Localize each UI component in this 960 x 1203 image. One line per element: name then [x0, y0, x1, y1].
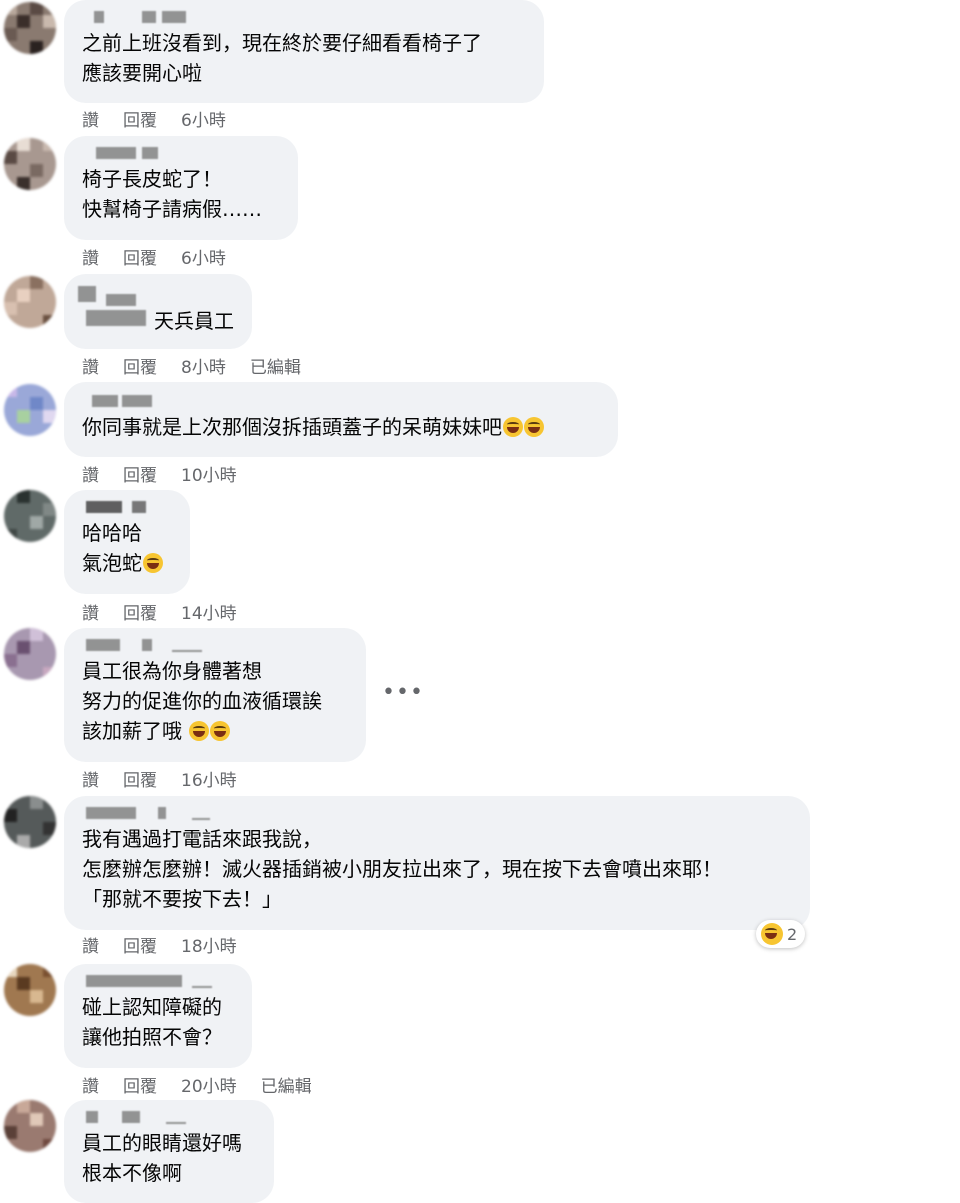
comment-bubble: 我有遇過打電話來跟我說， 怎麼辦怎麼辦！滅火器插銷被小朋友拉出來了，現在按下去會… — [64, 796, 810, 930]
avatar[interactable] — [4, 1100, 56, 1152]
comment-bubble: 員工很為你身體著想 努力的促進你的血液循環誒 該加薪了哦 — [64, 628, 366, 762]
tears-of-joy-emoji-icon — [210, 721, 231, 741]
tears-of-joy-emoji-icon — [189, 721, 210, 741]
edited-label: 已編輯 — [260, 1077, 312, 1097]
reply-button[interactable]: 回覆 — [123, 932, 157, 957]
rolling-laughing-emoji-icon — [524, 417, 544, 437]
comment-bubble: 天兵員工 — [64, 274, 252, 349]
like-button[interactable]: 讚 — [82, 1072, 99, 1097]
tears-of-joy-emoji-icon — [761, 923, 783, 945]
author-name-redacted[interactable] — [82, 636, 348, 654]
avatar[interactable] — [4, 490, 56, 542]
comment-actions: 讚 回覆 20小時 已編輯 — [82, 1072, 312, 1097]
comment-text: 椅子長皮蛇了！ — [82, 167, 222, 191]
comment-bubble: 哈哈哈 氣泡蛇 — [64, 490, 190, 594]
comment-text: 員工很為你身體著想 — [82, 659, 262, 683]
reply-button[interactable]: 回覆 — [123, 353, 157, 378]
rolling-laughing-emoji-icon — [503, 417, 523, 437]
comment-actions: 讚 回覆 6小時 — [82, 106, 226, 131]
timestamp[interactable]: 6小時 — [181, 106, 226, 131]
like-button[interactable]: 讚 — [82, 353, 99, 378]
reply-button[interactable]: 回覆 — [123, 106, 157, 131]
comment-text: 你同事就是上次那個沒拆插頭蓋子的呆萌妹妹吧 — [82, 412, 600, 442]
timestamp[interactable]: 20小時 — [181, 1072, 237, 1097]
reply-button[interactable]: 回覆 — [123, 244, 157, 269]
comment-actions: 讚 回覆 18小時 — [82, 932, 237, 957]
comment-actions: 讚 回覆 6小時 — [82, 244, 226, 269]
author-name-redacted[interactable] — [82, 392, 600, 410]
timestamp[interactable]: 10小時 — [181, 461, 237, 486]
comment-text: 碰上認知障礙的 — [82, 995, 222, 1019]
comment-text: 根本不像啊 — [82, 1161, 182, 1185]
avatar[interactable] — [4, 964, 56, 1016]
reply-button[interactable]: 回覆 — [123, 599, 157, 624]
comment-bubble: 你同事就是上次那個沒拆插頭蓋子的呆萌妹妹吧 — [64, 382, 618, 457]
author-name-redacted[interactable] — [76, 286, 196, 326]
comment-actions: 讚 回覆 8小時 已編輯 — [82, 353, 301, 378]
like-button[interactable]: 讚 — [82, 932, 99, 957]
comment-bubble: 之前上班沒看到，現在終於要仔細看看椅子了 應該要開心啦 — [64, 0, 544, 103]
comment-text: 之前上班沒看到，現在終於要仔細看看椅子了 — [82, 31, 482, 55]
author-name-redacted[interactable] — [82, 972, 234, 990]
author-name-redacted[interactable] — [82, 144, 280, 162]
comment-bubble: 椅子長皮蛇了！ 快幫椅子請病假…… — [64, 136, 298, 240]
like-button[interactable]: 讚 — [82, 461, 99, 486]
comment-text: 員工的眼睛還好嗎 — [82, 1131, 242, 1155]
avatar[interactable] — [4, 384, 56, 436]
avatar[interactable] — [4, 276, 56, 328]
author-name-redacted[interactable] — [82, 1108, 256, 1126]
timestamp[interactable]: 14小時 — [181, 599, 237, 624]
reply-button[interactable]: 回覆 — [123, 766, 157, 791]
timestamp[interactable]: 16小時 — [181, 766, 237, 791]
avatar[interactable] — [4, 796, 56, 848]
edited-label: 已編輯 — [249, 358, 301, 378]
comment-text: 應該要開心啦 — [82, 61, 202, 85]
comment-text: 該加薪了哦 — [82, 716, 348, 746]
comment-actions: 讚 回覆 16小時 — [82, 766, 237, 791]
comment-actions: 讚 回覆 10小時 — [82, 461, 237, 486]
comment-text: 怎麼辦怎麼辦！滅火器插銷被小朋友拉出來了，現在按下去會噴出來耶！ — [82, 857, 722, 881]
comment-text: 我有遇過打電話來跟我說， — [82, 827, 322, 851]
timestamp[interactable]: 6小時 — [181, 244, 226, 269]
timestamp[interactable]: 18小時 — [181, 932, 237, 957]
comment-text: 氣泡蛇 — [82, 548, 172, 578]
author-name-redacted[interactable] — [82, 804, 792, 822]
timestamp[interactable]: 8小時 — [181, 353, 226, 378]
more-options-icon[interactable]: ••• — [382, 680, 424, 705]
reply-button[interactable]: 回覆 — [123, 1072, 157, 1097]
comment-actions: 讚 回覆 14小時 — [82, 599, 237, 624]
like-button[interactable]: 讚 — [82, 766, 99, 791]
reply-button[interactable]: 回覆 — [123, 461, 157, 486]
comment-text: 讓他拍照不會？ — [82, 1025, 222, 1049]
comment-text: 哈哈哈 — [82, 521, 142, 545]
comment-text: 努力的促進你的血液循環誒 — [82, 689, 322, 713]
comment-bubble: 碰上認知障礙的 讓他拍照不會？ — [64, 964, 252, 1068]
like-button[interactable]: 讚 — [82, 244, 99, 269]
rolling-laughing-emoji-icon — [143, 553, 163, 573]
avatar[interactable] — [4, 138, 56, 190]
avatar[interactable] — [4, 628, 56, 680]
comment-bubble: 員工的眼睛還好嗎 根本不像啊 — [64, 1100, 274, 1203]
comment-text: 快幫椅子請病假…… — [82, 197, 262, 221]
comment-text: 「那就不要按下去！」 — [82, 887, 282, 911]
author-name-redacted[interactable] — [82, 498, 172, 516]
reaction-summary[interactable]: 2 — [756, 920, 806, 948]
reaction-count: 2 — [787, 924, 798, 944]
like-button[interactable]: 讚 — [82, 599, 99, 624]
like-button[interactable]: 讚 — [82, 106, 99, 131]
author-name-redacted[interactable] — [82, 8, 526, 26]
avatar[interactable] — [4, 2, 56, 54]
